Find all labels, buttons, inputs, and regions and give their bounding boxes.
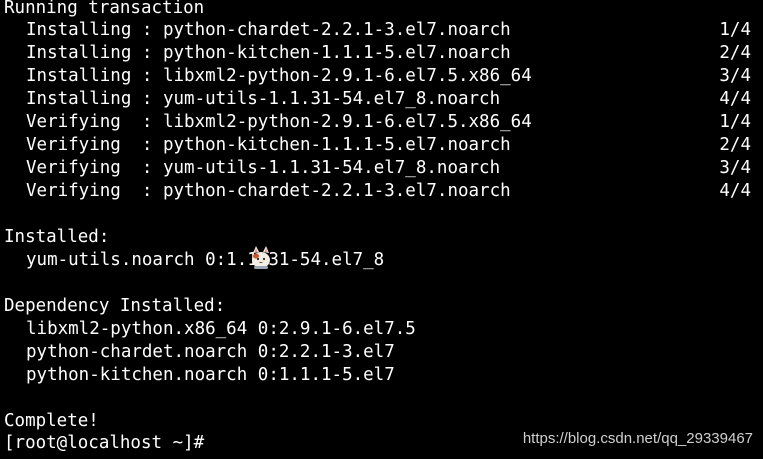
transaction-row: Verifying : libxml2-python-2.9.1-6.el7.5… <box>4 111 532 134</box>
transaction-action: Verifying <box>26 158 121 178</box>
transaction-action: Installing <box>26 20 132 40</box>
transaction-package: yum-utils-1.1.31-54.el7_8.noarch <box>162 158 501 178</box>
text-cursor <box>204 433 214 451</box>
transaction-package: python-kitchen-1.1.1-5.el7.noarch <box>162 43 511 63</box>
dependency-heading: Dependency Installed: <box>4 296 226 316</box>
cat-mascot-icon <box>252 246 270 269</box>
transaction-separator: : <box>120 158 163 178</box>
transaction-package: yum-utils-1.1.31-54.el7_8.noarch <box>162 89 501 109</box>
transaction-row: Verifying : yum-utils-1.1.31-54.el7_8.no… <box>4 157 500 180</box>
watermark-url: https://blog.csdn.net/qq_29339467 <box>522 430 753 447</box>
transaction-separator: : <box>120 112 163 132</box>
transaction-progress: 2/4 <box>719 43 751 63</box>
transaction-row: Installing : libxml2-python-2.9.1-6.el7.… <box>4 65 532 88</box>
terminal-window[interactable]: Running transaction Installing : python-… <box>0 0 763 459</box>
shell-prompt: [root@localhost ~]# <box>4 433 205 453</box>
transaction-row: Verifying : python-chardet-2.2.1-3.el7.n… <box>4 180 511 203</box>
dependency-item: python-chardet.noarch 0:2.2.1-3.el7 <box>26 342 395 362</box>
transaction-separator: : <box>131 43 163 63</box>
shell-prompt-line[interactable]: [root@localhost ~]# <box>4 432 214 455</box>
transaction-row: Installing : python-kitchen-1.1.1-5.el7.… <box>4 42 511 65</box>
dependency-item: python-kitchen.noarch 0:1.1.1-5.el7 <box>26 365 395 385</box>
transaction-progress: 1/4 <box>719 112 751 132</box>
transaction-row: Installing : yum-utils-1.1.31-54.el7_8.n… <box>4 88 500 111</box>
transaction-progress: 2/4 <box>719 135 751 155</box>
transaction-package: libxml2-python-2.9.1-6.el7.5.x86_64 <box>162 66 532 86</box>
installed-item: yum-utils.noarch 0:1.1.31-54.el7_8 <box>26 250 385 270</box>
transaction-action: Installing <box>26 66 132 86</box>
transaction-separator: : <box>131 89 163 109</box>
transaction-progress: 1/4 <box>719 20 751 40</box>
transaction-action: Verifying <box>26 135 121 155</box>
transaction-package: python-kitchen-1.1.1-5.el7.noarch <box>162 135 511 155</box>
transaction-action: Verifying <box>26 112 121 132</box>
transaction-progress: 3/4 <box>719 66 751 86</box>
transaction-action: Installing <box>26 89 132 109</box>
transaction-row: Installing : python-chardet-2.2.1-3.el7.… <box>4 19 511 42</box>
transaction-action: Installing <box>26 43 132 63</box>
transaction-package: libxml2-python-2.9.1-6.el7.5.x86_64 <box>162 112 532 132</box>
transaction-separator: : <box>131 20 163 40</box>
transaction-package: python-chardet-2.2.1-3.el7.noarch <box>162 20 511 40</box>
transaction-package: python-chardet-2.2.1-3.el7.noarch <box>162 181 511 201</box>
transaction-header: Running transaction <box>4 0 205 18</box>
dependency-item: libxml2-python.x86_64 0:2.9.1-6.el7.5 <box>26 319 416 339</box>
transaction-action: Verifying <box>26 181 121 201</box>
transaction-separator: : <box>120 181 163 201</box>
transaction-progress: 4/4 <box>719 89 751 109</box>
installed-heading: Installed: <box>4 227 110 247</box>
transaction-progress: 3/4 <box>719 158 751 178</box>
transaction-separator: : <box>120 135 163 155</box>
transaction-progress: 4/4 <box>719 181 751 201</box>
transaction-separator: : <box>131 66 163 86</box>
complete-message: Complete! <box>4 411 99 431</box>
transaction-row: Verifying : python-kitchen-1.1.1-5.el7.n… <box>4 134 511 157</box>
